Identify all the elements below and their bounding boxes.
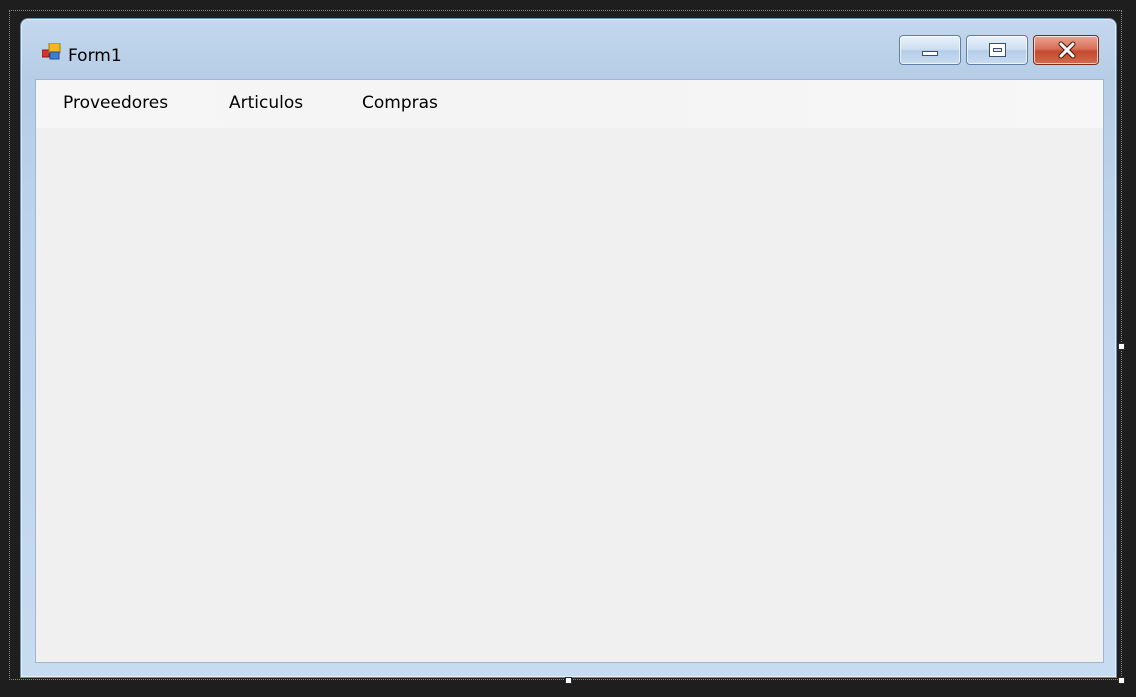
minimize-icon (922, 51, 938, 56)
menu-item-articulos[interactable]: Articulos (223, 93, 309, 113)
form-client-area[interactable]: Proveedores Articulos Compras (35, 79, 1104, 663)
minimize-button[interactable] (899, 35, 961, 65)
resize-grip-corner[interactable] (1118, 677, 1125, 684)
close-button[interactable] (1033, 35, 1099, 65)
form-window[interactable]: Form1 Proveedores Articulos Compras (20, 18, 1117, 678)
winforms-form-icon (42, 43, 61, 60)
resize-grip-right[interactable] (1118, 343, 1125, 350)
maximize-button[interactable] (966, 35, 1028, 65)
maximize-icon (989, 43, 1006, 57)
designer-surface: Form1 Proveedores Articulos Compras (0, 0, 1136, 697)
menu-strip: Proveedores Articulos Compras (36, 80, 1103, 128)
window-title: Form1 (68, 46, 122, 66)
menu-item-compras[interactable]: Compras (356, 93, 444, 113)
menu-item-proveedores[interactable]: Proveedores (57, 93, 174, 113)
title-bar[interactable]: Form1 (21, 19, 1116, 79)
close-icon (1058, 41, 1076, 59)
resize-grip-bottom[interactable] (565, 677, 572, 684)
